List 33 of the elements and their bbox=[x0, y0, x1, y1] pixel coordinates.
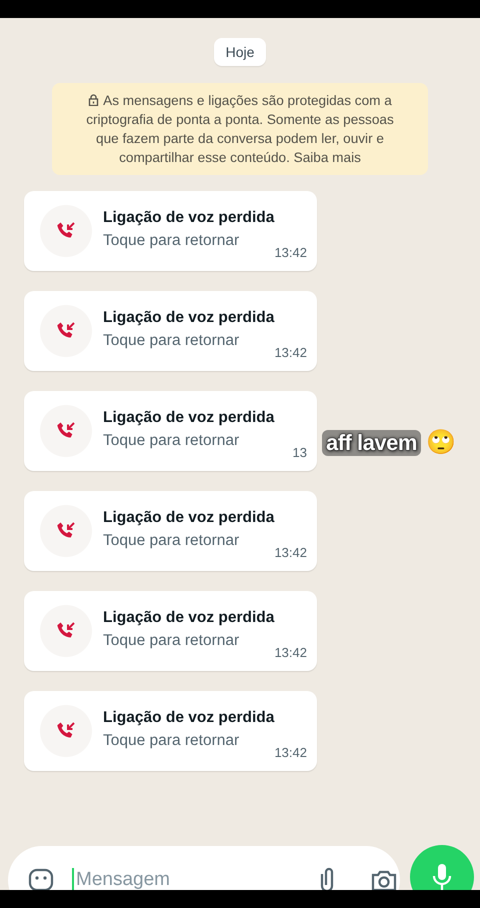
message-input[interactable]: Mensagem bbox=[72, 868, 278, 890]
call-title: Ligação de voz perdida bbox=[103, 308, 274, 326]
call-subtitle: Toque para retornar bbox=[103, 732, 240, 750]
message-time: 13:42 bbox=[274, 645, 307, 660]
missed-call-bubble[interactable]: Ligação de voz perdida Toque para retornar 13:42 bbox=[24, 691, 317, 771]
call-title: Ligação de voz perdida bbox=[103, 508, 274, 526]
encryption-text: As mensagens e ligações são protegidas com a criptografia de ponta a ponta. Somente as pessoas que fazem parte da conversa podem ler, ouvir e compartilhar esse conteúdo. Saiba mais bbox=[85, 92, 395, 167]
sticker-icon[interactable] bbox=[28, 867, 54, 890]
call-title: Ligação de voz perdida bbox=[103, 408, 274, 426]
missed-call-bubble[interactable]: Ligação de voz perdida Toque para retornar 13 bbox=[24, 391, 317, 471]
missed-call-bubble[interactable]: Ligação de voz perdida Toque para retornar 13:42 bbox=[24, 191, 317, 271]
missed-call-bubble[interactable]: Ligação de voz perdida Toque para retornar 13:42 bbox=[24, 491, 317, 571]
call-subtitle: Toque para retornar bbox=[103, 632, 240, 650]
message-time: 13:42 bbox=[274, 245, 307, 260]
caption-text: aff lavem bbox=[322, 430, 421, 456]
lock-icon bbox=[88, 94, 100, 106]
emoji: 🙄 bbox=[426, 428, 456, 457]
call-subtitle: Toque para retornar bbox=[103, 232, 240, 250]
call-subtitle: Toque para retornar bbox=[103, 432, 240, 450]
message-time: 13:42 bbox=[274, 545, 307, 560]
message-time: 13 bbox=[292, 445, 307, 460]
missed-call-bubble[interactable]: Ligação de voz perdida Toque para retornar 13:42 bbox=[24, 291, 317, 371]
missed-call-icon bbox=[40, 505, 92, 557]
microphone-icon bbox=[432, 862, 452, 890]
message-time: 13:42 bbox=[274, 745, 307, 760]
date-chip: Hoje bbox=[214, 38, 266, 66]
message-time: 13:42 bbox=[274, 345, 307, 360]
call-subtitle: Toque para retornar bbox=[103, 532, 240, 550]
missed-call-bubble[interactable]: Ligação de voz perdida Toque para retornar 13:42 bbox=[24, 591, 317, 671]
call-title: Ligação de voz perdida bbox=[103, 608, 274, 626]
call-title: Ligação de voz perdida bbox=[103, 208, 274, 226]
call-subtitle: Toque para retornar bbox=[103, 332, 240, 350]
call-title: Ligação de voz perdida bbox=[103, 708, 274, 726]
